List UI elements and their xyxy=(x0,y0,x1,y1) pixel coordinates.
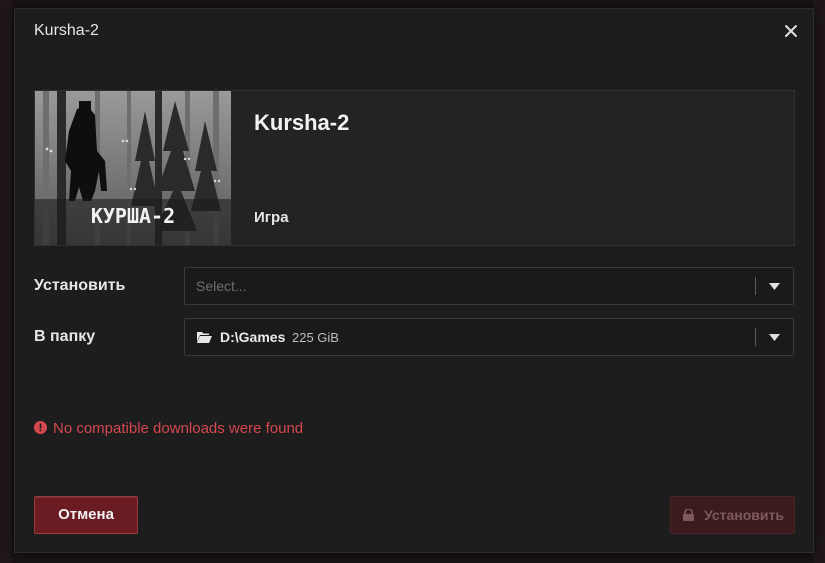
folder-path: D:\Games xyxy=(220,329,286,345)
install-select[interactable]: Select... xyxy=(184,267,794,305)
error-icon xyxy=(34,421,47,434)
install-select-placeholder: Select... xyxy=(196,278,247,294)
select-separator xyxy=(755,277,756,295)
error-text: No compatible downloads were found xyxy=(53,420,304,437)
install-button[interactable]: Установить xyxy=(670,496,795,534)
install-dialog: Kursha-2 КУРША-2 Kursha-2 Игра Установит… xyxy=(14,8,814,553)
folder-open-icon xyxy=(197,332,212,343)
cover-title-text: КУРША-2 xyxy=(91,204,175,228)
folder-label: В папку xyxy=(34,328,96,345)
lock-icon xyxy=(683,509,694,521)
cancel-button[interactable]: Отмена xyxy=(34,496,138,534)
background-app-right xyxy=(813,0,825,563)
background-app-left xyxy=(0,0,12,563)
folder-free-space: 225 GiB xyxy=(292,330,339,345)
folder-select[interactable]: D:\Games 225 GiB xyxy=(184,318,794,356)
game-type: Игра xyxy=(254,209,289,226)
chevron-down-icon[interactable] xyxy=(769,283,780,290)
game-cover-image: КУРША-2 xyxy=(35,91,231,245)
dialog-title: Kursha-2 xyxy=(34,22,99,39)
game-name: Kursha-2 xyxy=(254,110,350,135)
chevron-down-icon[interactable] xyxy=(769,334,780,341)
install-label: Установить xyxy=(34,277,126,294)
select-separator xyxy=(755,328,756,346)
install-button-label: Установить xyxy=(704,507,784,523)
close-icon[interactable] xyxy=(783,23,799,39)
game-card: КУРША-2 Kursha-2 Игра xyxy=(34,90,795,246)
